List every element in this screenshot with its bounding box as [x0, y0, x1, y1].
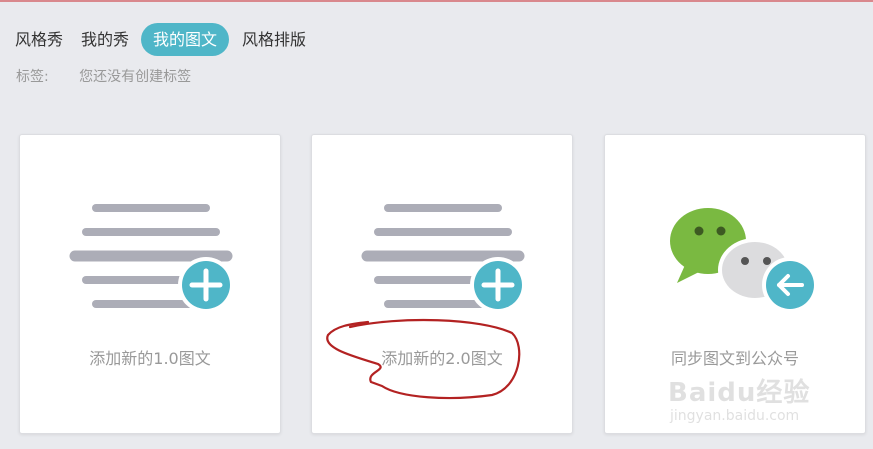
- tab-style-show[interactable]: 风格秀: [6, 23, 72, 56]
- add-article-v1-card[interactable]: 添加新的1.0图文: [19, 134, 281, 434]
- tags-empty-message: 您还没有创建标签: [79, 69, 192, 85]
- tab-bar: 风格秀 我的秀 我的图文 风格排版: [6, 23, 315, 56]
- add-article-icon: [69, 204, 234, 313]
- baidu-jingyan-watermark: Baidu经验 jingyan.baidu.com: [668, 372, 828, 432]
- watermark-url: jingyan.baidu.com: [670, 408, 800, 424]
- add-article-v2-card[interactable]: 添加新的2.0图文: [311, 134, 573, 434]
- add-article-icon: [361, 204, 526, 313]
- tags-row: 标签: 您还没有创建标签: [16, 66, 191, 86]
- add-article-v2-label: 添加新的2.0图文: [381, 349, 503, 368]
- sync-to-official-account-label: 同步图文到公众号: [670, 349, 799, 368]
- watermark-brand: Baidu经验: [668, 378, 811, 408]
- top-border: [0, 0, 873, 2]
- tab-my-show[interactable]: 我的秀: [72, 23, 138, 56]
- tab-style-layout[interactable]: 风格排版: [233, 23, 315, 56]
- add-article-v1-label: 添加新的1.0图文: [89, 349, 211, 368]
- tab-my-articles[interactable]: 我的图文: [141, 23, 230, 56]
- wechat-sync-icon: [670, 208, 818, 313]
- tags-label: 标签:: [16, 69, 49, 85]
